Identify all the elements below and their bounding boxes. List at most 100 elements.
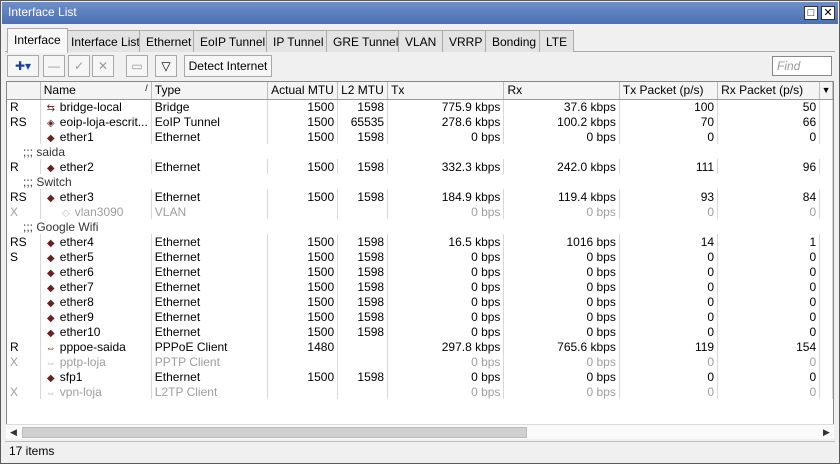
add-button[interactable]: ✚▾ [7, 55, 39, 77]
maximize-icon[interactable]: □ [804, 6, 818, 20]
comment-row[interactable]: ;;; Google Wifi [7, 219, 833, 234]
actual-mtu-cell: 1500 [267, 189, 339, 204]
check-icon: ✓ [73, 59, 85, 73]
scroll-left-icon[interactable]: ◀ [6, 425, 21, 440]
col-type[interactable]: Type [151, 82, 269, 100]
interface-name: bridge-local [59, 99, 122, 114]
type-cell: Ethernet [151, 309, 269, 324]
col-flags[interactable] [7, 82, 41, 100]
tab-interface-list[interactable]: Interface List [64, 30, 147, 52]
row-filler [819, 189, 833, 204]
tab-vlan[interactable]: VLAN [398, 30, 444, 52]
tx-cell: 0 bps [387, 324, 505, 339]
x-icon: ✕ [97, 59, 109, 73]
tx-cell: 184.9 kbps [387, 189, 505, 204]
table-row[interactable]: S ◆ ether5 Ethernet 1500 1598 0 bps 0 bps 0 0 [7, 249, 833, 264]
ppp-icon: ⇔ [45, 357, 56, 369]
actual-mtu-cell: 1500 [267, 264, 339, 279]
table-row[interactable]: ◆ ether7 Ethernet 1500 1598 0 bps 0 bps 0 0 [7, 279, 833, 294]
col-actual-mtu[interactable]: Actual MTU [267, 82, 339, 100]
flag-cell: R [7, 99, 41, 114]
name-cell: ◆ ether10 [40, 324, 152, 339]
tab-ip-tunnel[interactable]: IP Tunnel [266, 30, 331, 52]
type-cell: Ethernet [151, 369, 269, 384]
col-rx-packet[interactable]: Rx Packet (p/s) [717, 82, 821, 100]
enable-button[interactable]: ✓ [68, 55, 90, 77]
tab-eoip-tunnel[interactable]: EoIP Tunnel [193, 30, 273, 52]
rx-cell: 0 bps [503, 279, 620, 294]
comment-text: ;;; Google Wifi [7, 219, 833, 234]
scroll-thumb[interactable] [22, 427, 527, 438]
filter-button[interactable]: ▽ [155, 55, 177, 77]
table-row[interactable]: X ⇔ vpn-loja L2TP Client 0 bps 0 bps 0 0 [7, 384, 833, 399]
col-l2-mtu[interactable]: L2 MTU [337, 82, 389, 100]
table-row[interactable]: X ⇔ pptp-loja PPTP Client 0 bps 0 bps 0 0 [7, 354, 833, 369]
tx-packet-cell: 14 [619, 234, 719, 249]
remove-button[interactable]: — [43, 55, 65, 77]
comment-button[interactable]: ▭ [126, 55, 148, 77]
rx-packet-cell: 0 [717, 264, 821, 279]
interface-list-window: Interface List □ ✕ Interface Interface L… [0, 0, 840, 464]
table-row[interactable]: RS ◆ ether4 Ethernet 1500 1598 16.5 kbps 1016 b… [7, 234, 833, 249]
l2-mtu-cell: 1598 [337, 279, 389, 294]
rx-packet-cell: 0 [717, 129, 821, 144]
comment-row[interactable]: ;;; saida [7, 144, 833, 159]
name-cell: ◆ ether1 [40, 129, 152, 144]
table-row[interactable]: ◆ ether8 Ethernet 1500 1598 0 bps 0 bps 0 0 [7, 294, 833, 309]
comment-row[interactable]: ;;; Switch [7, 174, 833, 189]
table-row[interactable]: RS ◆ ether3 Ethernet 1500 1598 184.9 kbps 119.4… [7, 189, 833, 204]
table-row[interactable]: ◆ ether9 Ethernet 1500 1598 0 bps 0 bps 0 0 [7, 309, 833, 324]
note-icon: ▭ [131, 59, 143, 73]
detect-internet-button[interactable]: Detect Internet [184, 55, 272, 77]
name-cell: ◆ ether6 [40, 264, 152, 279]
type-cell: VLAN [151, 204, 269, 219]
col-tx[interactable]: Tx [387, 82, 505, 100]
table-row[interactable]: ◆ sfp1 Ethernet 1500 1598 0 bps 0 bps 0 0 [7, 369, 833, 384]
tx-packet-cell: 119 [619, 339, 719, 354]
column-menu-icon[interactable]: ▼ [819, 82, 833, 100]
ethernet-icon: ◆ [46, 327, 55, 339]
type-cell: Ethernet [151, 294, 269, 309]
table-row[interactable]: RS ◈ eoip-loja-escrit... EoIP Tunnel 1500 655… [7, 114, 833, 129]
rx-packet-cell: 50 [717, 99, 821, 114]
interface-name: vpn-loja [59, 384, 102, 399]
tx-packet-cell: 0 [619, 369, 719, 384]
find-input[interactable]: Find [772, 56, 832, 76]
tx-cell: 0 bps [387, 354, 505, 369]
table-row[interactable]: R ◆ ether2 Ethernet 1500 1598 332.3 kbps 242.0 … [7, 159, 833, 174]
l2-mtu-cell: 1598 [337, 234, 389, 249]
tab-lte[interactable]: LTE [539, 30, 575, 52]
col-tx-packet[interactable]: Tx Packet (p/s) [619, 82, 719, 100]
col-rx[interactable]: Rx [503, 82, 620, 100]
name-cell: ◆ ether8 [40, 294, 152, 309]
tab-gre-tunnel[interactable]: GRE Tunnel [326, 30, 406, 52]
row-filler [819, 279, 833, 294]
table-row[interactable]: ◆ ether6 Ethernet 1500 1598 0 bps 0 bps 0 0 [7, 264, 833, 279]
flag-cell [7, 294, 41, 309]
disable-button[interactable]: ✕ [92, 55, 114, 77]
comment-text: ;;; saida [7, 144, 833, 159]
tab-bonding[interactable]: Bonding [485, 30, 544, 52]
col-name[interactable]: Name / [40, 82, 152, 100]
l2-mtu-cell: 1598 [337, 159, 389, 174]
row-filler [819, 114, 833, 129]
rx-cell: 0 bps [503, 294, 620, 309]
horizontal-scrollbar[interactable]: ◀ ▶ [6, 424, 834, 439]
close-icon[interactable]: ✕ [821, 6, 835, 20]
type-cell: Ethernet [151, 189, 269, 204]
table-row[interactable]: ◆ ether1 Ethernet 1500 1598 0 bps 0 bps 0 0 [7, 129, 833, 144]
tx-packet-cell: 70 [619, 114, 719, 129]
table-row[interactable]: ◆ ether10 Ethernet 1500 1598 0 bps 0 bps 0 0 [7, 324, 833, 339]
tab-interface[interactable]: Interface [7, 28, 68, 53]
interface-name: ether3 [59, 189, 94, 204]
row-filler [819, 129, 833, 144]
scroll-right-icon[interactable]: ▶ [819, 425, 834, 440]
flag-cell [7, 129, 41, 144]
table-row[interactable]: R ⇔ pppoe-saida PPPoE Client 1480 297.8 kbps 7… [7, 339, 833, 354]
tx-cell: 0 bps [387, 309, 505, 324]
table-row[interactable]: X ◇ vlan3090 VLAN 0 bps 0 bps 0 0 [7, 204, 833, 219]
tab-ethernet[interactable]: Ethernet [139, 30, 199, 52]
table-row[interactable]: R ⇆ bridge-local Bridge 1500 1598 775.9 kbps 37… [7, 99, 833, 114]
tab-vrrp[interactable]: VRRP [442, 30, 490, 52]
title-bar[interactable]: Interface List □ ✕ [2, 2, 838, 24]
